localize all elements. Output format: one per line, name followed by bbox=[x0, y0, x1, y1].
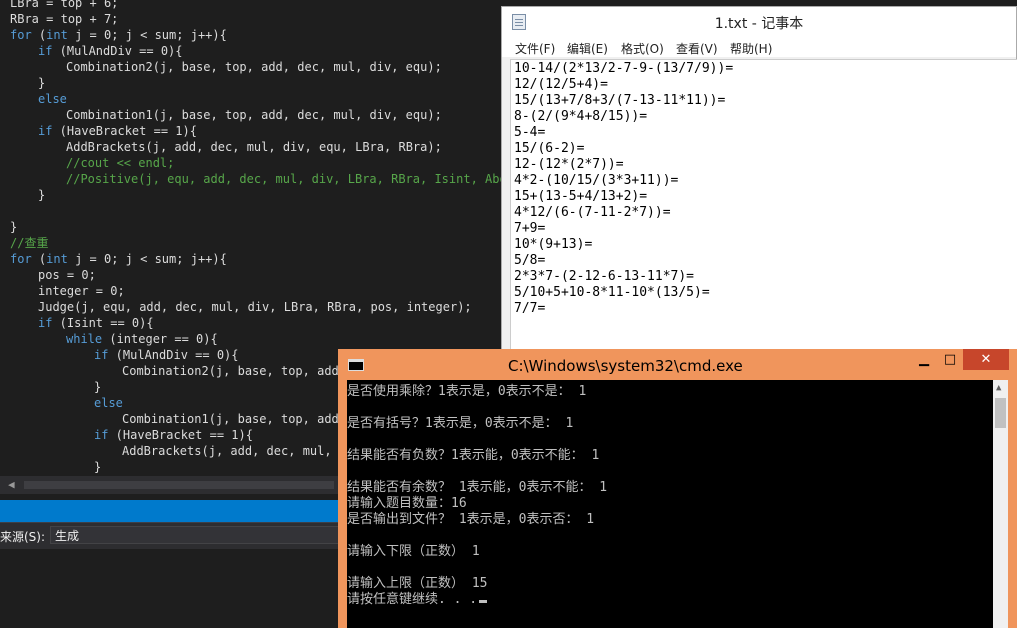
console-line: 请输入下限（正数） 1 bbox=[347, 544, 480, 559]
console-line: 是否使用乘除？1表示是，0表示不是： 1 bbox=[347, 384, 587, 399]
code-line: else bbox=[38, 92, 67, 106]
scrollbar-thumb[interactable] bbox=[995, 398, 1006, 428]
text-line: 7+9= bbox=[514, 221, 546, 236]
code-line: //Positive(j, equ, add, dec, mul, div, L… bbox=[66, 172, 505, 186]
menu-format[interactable]: 格式(O) bbox=[621, 40, 664, 57]
code-line: for (int j = 0; j < sum; j++){ bbox=[10, 28, 227, 42]
text-line: 15/(6-2)= bbox=[514, 141, 585, 156]
output-toolbar: 来源(S): 生成 bbox=[0, 522, 340, 549]
ide-status-bar bbox=[0, 500, 340, 522]
console-line: 请输入上限（正数） 15 bbox=[347, 576, 488, 591]
text-line: 10*(9+13)= bbox=[514, 237, 593, 252]
code-line: pos = 0; bbox=[38, 268, 96, 282]
output-source-select[interactable]: 生成 bbox=[50, 526, 340, 544]
text-line: 4*12/(6-(7-11-2*7))= bbox=[514, 205, 671, 220]
text-line: 7/7= bbox=[514, 301, 546, 316]
console-lines: 是否使用乘除？1表示是，0表示不是： 1 是否有括号？1表示是，0表示不是： 1 结… bbox=[347, 384, 607, 608]
console-line: 结果能否有负数？1表示能，0表示不能： 1 bbox=[347, 448, 600, 463]
code-line: } bbox=[38, 76, 46, 90]
text-line: 12-(12*(2*7))= bbox=[514, 157, 624, 172]
scrollbar-thumb[interactable] bbox=[24, 481, 334, 489]
notepad-title-bar[interactable]: 1.txt - 记事本 bbox=[502, 7, 1016, 37]
code-line: for (int j = 0; j < sum; j++){ bbox=[10, 252, 227, 266]
menu-file[interactable]: 文件(F) bbox=[515, 40, 555, 57]
output-source-label: 来源(S): bbox=[0, 530, 46, 544]
code-line: RBra = top + 7; bbox=[10, 12, 119, 26]
cmd-window: C:\Windows\system32\cmd.exe ▁ □ ✕ 是否使用乘除… bbox=[338, 349, 1017, 628]
notepad-text-area[interactable]: 10-14/(2*13/2-7-9-(13/7/9))= 12/(12/5+4)=… bbox=[510, 59, 1017, 356]
maximize-button[interactable]: □ bbox=[937, 349, 963, 370]
cmd-console[interactable]: 是否使用乘除？1表示是，0表示不是： 1 是否有括号？1表示是，0表示不是： 1 结… bbox=[347, 380, 993, 628]
code-line: Combination2(j, base, top, add, dec, mul… bbox=[66, 60, 442, 74]
menu-view[interactable]: 查看(V) bbox=[676, 40, 718, 57]
editor-horizontal-scrollbar[interactable]: ◀ bbox=[0, 476, 340, 494]
code-line: while (integer == 0){ bbox=[66, 332, 218, 346]
scroll-up-icon[interactable]: ▲ bbox=[996, 383, 1001, 393]
menu-edit[interactable]: 编辑(E) bbox=[567, 40, 608, 57]
text-cursor bbox=[479, 600, 488, 603]
text-line: 5/8= bbox=[514, 253, 546, 268]
console-line: 是否输出到文件？ 1表示是，0表示否： 1 bbox=[347, 512, 595, 527]
scroll-left-icon[interactable]: ◀ bbox=[8, 478, 15, 491]
code-line: if (HaveBracket == 1){ bbox=[38, 124, 197, 138]
code-line: //cout << endl; bbox=[66, 156, 175, 170]
close-button[interactable]: ✕ bbox=[963, 349, 1009, 370]
code-line: } bbox=[10, 220, 18, 234]
console-line: 结果能否有余数？ 1表示能，0表示不能： 1 bbox=[347, 480, 608, 495]
code-line: integer = 0; bbox=[38, 284, 125, 298]
text-line: 15+(13-5+4/13+2)= bbox=[514, 189, 648, 204]
code-line: LBra = top + 6; bbox=[10, 0, 119, 10]
text-line: 8-(2/(9*4+8/15))= bbox=[514, 109, 648, 124]
text-line: 10-14/(2*13/2-7-9-(13/7/9))= bbox=[514, 61, 734, 76]
menu-help[interactable]: 帮助(H) bbox=[730, 40, 772, 57]
code-line: AddBrackets(j, add, dec, mul, div, equ, … bbox=[66, 140, 442, 154]
text-line: 15/(13+7/8+3/(7-13-11*11))= bbox=[514, 93, 726, 108]
cmd-app-icon bbox=[348, 359, 364, 371]
code-line: //查重 bbox=[10, 236, 49, 250]
console-line: 请输入题目数量：16 bbox=[347, 496, 467, 511]
text-line: 12/(12/5+4)= bbox=[514, 77, 608, 92]
notepad-title: 1.txt - 记事本 bbox=[714, 16, 804, 32]
text-line: 5-4= bbox=[514, 125, 546, 140]
notepad-window: 1.txt - 记事本 文件(F) 编辑(E) 格式(O) 查看(V) 帮助(H… bbox=[501, 6, 1017, 356]
text-line: 2*3*7-(2-12-6-13-11*7)= bbox=[514, 269, 695, 284]
code-line: Combination1(j, base, top, add, dec, mul… bbox=[66, 108, 442, 122]
console-line: 请按任意键继续. . . bbox=[347, 592, 607, 608]
code-line: } bbox=[38, 188, 46, 202]
code-line: if (Isint == 0){ bbox=[38, 316, 154, 330]
output-pane bbox=[0, 549, 340, 628]
code-line: if (MulAndDiv == 0){ bbox=[38, 44, 183, 58]
notepad-lines: 10-14/(2*13/2-7-9-(13/7/9))= 12/(12/5+4)=… bbox=[514, 61, 733, 317]
notepad-menu-bar: 文件(F) 编辑(E) 格式(O) 查看(V) 帮助(H) bbox=[502, 37, 1016, 57]
minimize-button[interactable]: ▁ bbox=[911, 349, 937, 370]
cmd-vertical-scrollbar[interactable]: ▲ bbox=[993, 380, 1008, 628]
cmd-title: C:\Windows\system32\cmd.exe bbox=[508, 357, 743, 375]
console-line: 是否有括号？1表示是，0表示不是： 1 bbox=[347, 416, 574, 431]
code-line: Judge(j, equ, add, dec, mul, div, LBra, … bbox=[38, 300, 472, 314]
text-line: 4*2-(10/15/(3*3+11))= bbox=[514, 173, 679, 188]
text-line: 5/10+5+10-8*11-10*(13/5)= bbox=[514, 285, 710, 300]
